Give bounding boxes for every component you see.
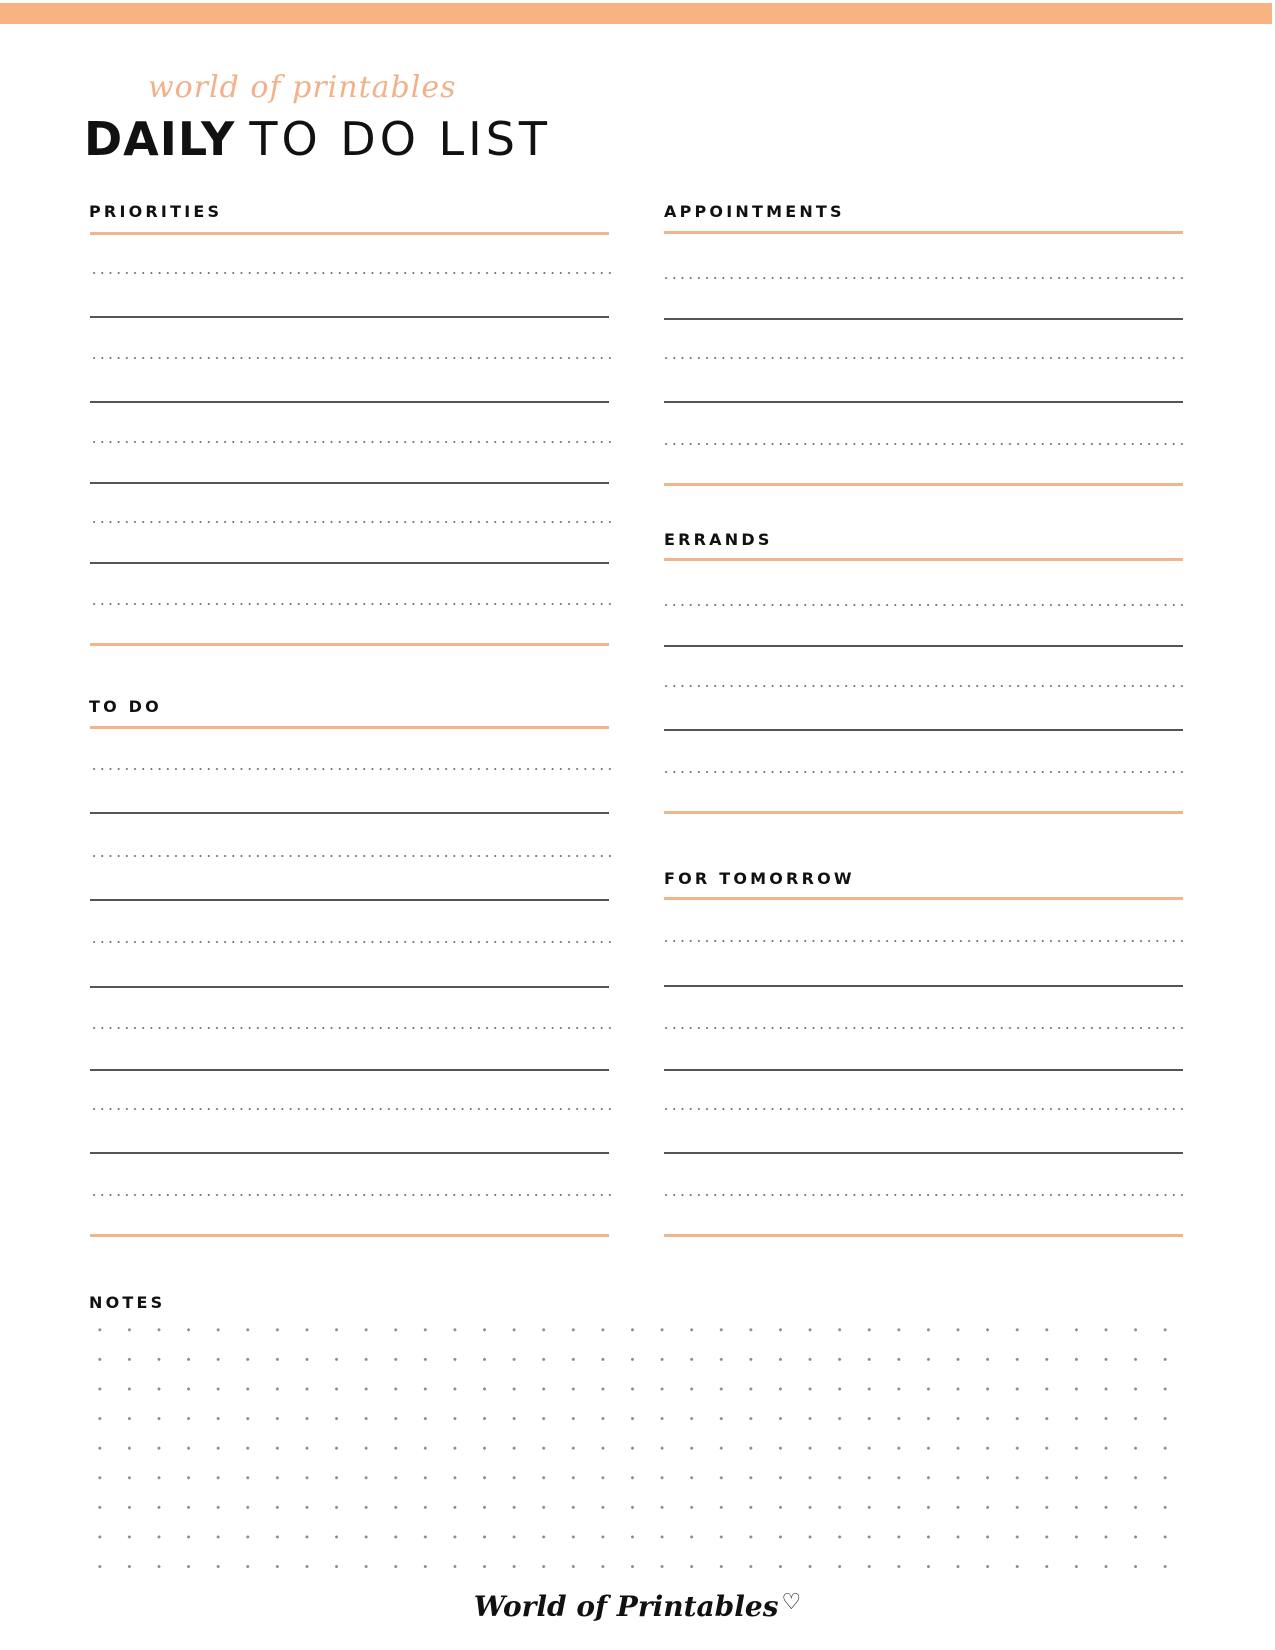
priorities-dotted-line[interactable] [90, 357, 611, 359]
section-label-appointments: APPOINTMENTS [664, 202, 845, 221]
footer-brand-logo: World of Printables ♡ [0, 1590, 1275, 1623]
todo-dotted-line[interactable] [90, 768, 611, 770]
errands-bottom-rule [664, 811, 1183, 814]
priorities-bottom-rule [90, 643, 609, 646]
priorities-dotted-line[interactable] [90, 441, 611, 443]
for-tomorrow-dotted-line[interactable] [662, 1194, 1185, 1196]
todo-dotted-line[interactable] [90, 1108, 611, 1110]
section-label-for-tomorrow: FOR TOMORROW [664, 869, 855, 888]
top-accent-bar [0, 3, 1272, 24]
errands-top-rule [664, 558, 1183, 561]
todo-write-line [90, 1152, 609, 1154]
todo-write-line [90, 812, 609, 814]
priorities-write-line [90, 482, 609, 484]
section-label-todo: TO DO [89, 697, 162, 716]
notes-dot-grid[interactable] [85, 1315, 1190, 1580]
page-title: DAILY TO DO LIST [84, 112, 551, 166]
todo-write-line [90, 1069, 609, 1071]
for-tomorrow-dotted-line[interactable] [662, 940, 1185, 942]
appointments-write-line [664, 318, 1183, 320]
priorities-top-rule [90, 232, 609, 235]
priorities-dotted-line[interactable] [90, 272, 611, 274]
page-title-bold: DAILY [84, 112, 236, 166]
section-label-errands: ERRANDS [664, 530, 773, 549]
todo-bottom-rule [90, 1234, 609, 1237]
todo-dotted-line[interactable] [90, 855, 611, 857]
errands-dotted-line[interactable] [662, 685, 1185, 687]
for-tomorrow-top-rule [664, 897, 1183, 900]
appointments-bottom-rule [664, 483, 1183, 486]
appointments-dotted-line[interactable] [662, 357, 1185, 359]
errands-dotted-line[interactable] [662, 771, 1185, 773]
appointments-dotted-line[interactable] [662, 277, 1185, 279]
heart-outline-icon: ♡ [781, 1590, 802, 1615]
section-label-priorities: PRIORITIES [89, 202, 223, 221]
appointments-top-rule [664, 231, 1183, 234]
errands-write-line [664, 729, 1183, 731]
todo-top-rule [90, 726, 609, 729]
for-tomorrow-write-line [664, 1069, 1183, 1071]
for-tomorrow-bottom-rule [664, 1234, 1183, 1237]
todo-dotted-line[interactable] [90, 1027, 611, 1029]
brand-script-logo: world of printables [148, 70, 457, 105]
priorities-write-line [90, 401, 609, 403]
section-label-notes: NOTES [89, 1293, 166, 1312]
appointments-write-line [664, 401, 1183, 403]
for-tomorrow-write-line [664, 985, 1183, 987]
footer-brand-text: World of Printables [473, 1590, 779, 1623]
for-tomorrow-dotted-line[interactable] [662, 1108, 1185, 1110]
todo-dotted-line[interactable] [90, 1194, 611, 1196]
errands-dotted-line[interactable] [662, 604, 1185, 606]
priorities-dotted-line[interactable] [90, 603, 611, 605]
for-tomorrow-write-line [664, 1152, 1183, 1154]
todo-write-line [90, 899, 609, 901]
todo-write-line [90, 986, 609, 988]
for-tomorrow-dotted-line[interactable] [662, 1027, 1185, 1029]
appointments-dotted-line[interactable] [662, 443, 1185, 445]
priorities-write-line [90, 316, 609, 318]
priorities-write-line [90, 562, 609, 564]
page-title-light: TO DO LIST [249, 112, 552, 166]
errands-write-line [664, 645, 1183, 647]
todo-dotted-line[interactable] [90, 941, 611, 943]
priorities-dotted-line[interactable] [90, 521, 611, 523]
